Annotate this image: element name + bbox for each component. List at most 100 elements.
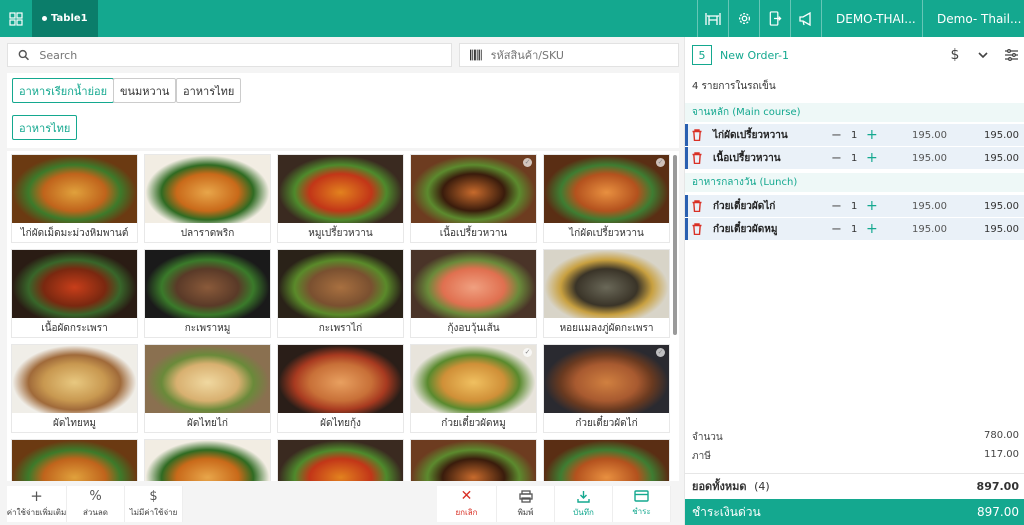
user-menu[interactable]: Demo- Thail...: [922, 0, 1024, 37]
discount-button[interactable]: % ส่วนลด: [67, 486, 125, 522]
product-image: [12, 440, 137, 481]
order-line[interactable]: ก๋วยเตี๋ยวผัดหมู − 1 + 195.00 195.00: [685, 218, 1024, 240]
order-line-price: 195.00: [912, 129, 947, 141]
quick-pay-button[interactable]: ชำระเงินด่วน 897.00: [685, 499, 1024, 525]
product-name: ก๋วยเตี๋ยวผัดไก่: [575, 418, 638, 429]
product-card[interactable]: ผัดไทยไก่: [144, 344, 271, 433]
category-chip-appetizer[interactable]: อาหารเรียกน้ำย่อย: [12, 78, 115, 103]
product-card[interactable]: [410, 439, 537, 481]
product-card[interactable]: หอยแมลงภู่ผัดกะเพรา: [543, 249, 670, 338]
dollar-icon[interactable]: $: [941, 47, 969, 63]
plus-icon[interactable]: +: [866, 221, 878, 237]
table-tab[interactable]: Table1: [32, 0, 98, 37]
grid-icon[interactable]: [0, 0, 32, 37]
product-image: [145, 155, 270, 223]
product-image: [12, 250, 137, 318]
product-card[interactable]: ✓ เนื้อเปรี้ยวหวาน: [410, 154, 537, 243]
category-chip-dessert[interactable]: ขนมหวาน: [113, 78, 177, 103]
order-line[interactable]: เนื้อเปรี้ยวหวาน − 1 + 195.00 195.00: [685, 147, 1024, 169]
product-card[interactable]: กุ้งอบวุ้นเส้น: [410, 249, 537, 338]
active-dot-icon: [42, 16, 47, 21]
order-line-qty: 1: [851, 152, 858, 164]
close-icon: ✕: [460, 487, 473, 504]
save-button[interactable]: บันทึก: [555, 486, 613, 522]
product-card[interactable]: [277, 439, 404, 481]
trash-icon[interactable]: [692, 129, 702, 141]
megaphone-icon[interactable]: [790, 0, 821, 37]
order-line-price: 195.00: [912, 152, 947, 164]
tax-value: 117.00: [984, 449, 1019, 460]
trash-icon[interactable]: [692, 152, 702, 164]
order-line-name: ก๋วยเตี๋ยวผัดไก่: [713, 200, 776, 212]
product-card[interactable]: ✓ ก๋วยเตี๋ยวผัดไก่: [543, 344, 670, 433]
product-image: [411, 155, 536, 223]
tax-label: ภาษี: [692, 451, 711, 462]
order-line-total: 195.00: [984, 223, 1019, 235]
trash-icon[interactable]: [692, 223, 702, 235]
plus-icon[interactable]: +: [866, 127, 878, 143]
product-card[interactable]: ✓ ไก่ผัดเปรี้ยวหวาน: [543, 154, 670, 243]
order-number-badge[interactable]: 5: [692, 45, 712, 65]
gear-icon[interactable]: [728, 0, 759, 37]
product-card[interactable]: [543, 439, 670, 481]
order-panel: 5 New Order-1 $ 4 รายการในรถเข็น จานหลัก…: [684, 37, 1024, 525]
minus-icon[interactable]: −: [831, 151, 842, 166]
chevron-down-icon[interactable]: [969, 51, 997, 59]
product-image: [411, 440, 536, 481]
product-card[interactable]: กะเพราไก่: [277, 249, 404, 338]
product-card[interactable]: [144, 439, 271, 481]
cancel-button[interactable]: ✕ ยกเลิก: [437, 486, 497, 522]
order-line-qty: 1: [851, 200, 858, 212]
product-card[interactable]: ผัดไทยกุ้ง: [277, 344, 404, 433]
minus-icon[interactable]: −: [831, 128, 842, 143]
product-card[interactable]: กะเพราหมู: [144, 249, 271, 338]
extra-charge-button[interactable]: + ค่าใช้จ่ายเพิ่มเติม: [7, 486, 67, 522]
product-name: หมูเปรี้ยวหวาน: [308, 228, 373, 239]
minus-icon[interactable]: −: [831, 222, 842, 237]
sku-input[interactable]: [490, 48, 678, 62]
plus-icon[interactable]: +: [866, 198, 878, 214]
barcode-icon: [470, 49, 482, 61]
order-line-total: 195.00: [984, 129, 1019, 141]
product-card[interactable]: ไก่ผัดเม็ดมะม่วงหิมพานต์: [11, 154, 138, 243]
product-card[interactable]: ผัดไทยหมู: [11, 344, 138, 433]
search-input[interactable]: [39, 48, 451, 62]
grand-total-count: (4): [754, 480, 770, 493]
print-label: พิมพ์: [517, 507, 534, 517]
product-grid: ไก่ผัดเม็ดมะม่วงหิมพานต์ ปลาราดพริก หมูเปร…: [7, 151, 679, 481]
trash-icon[interactable]: [692, 200, 702, 212]
table-icon[interactable]: [697, 0, 728, 37]
search-box[interactable]: [7, 43, 452, 67]
discount-label: ส่วนลด: [83, 507, 108, 517]
scrollbar[interactable]: [673, 155, 677, 335]
minus-icon[interactable]: −: [831, 199, 842, 214]
check-icon: ✓: [656, 348, 665, 357]
cart-items-count: 4 รายการในรถเข็น: [692, 81, 776, 92]
product-card[interactable]: เนื้อผัดกระเพรา: [11, 249, 138, 338]
plus-icon[interactable]: +: [866, 150, 878, 166]
phone-exit-icon[interactable]: [759, 0, 790, 37]
print-button[interactable]: พิมพ์: [497, 486, 555, 522]
pay-button[interactable]: ชำระ: [613, 486, 671, 522]
order-title[interactable]: New Order-1: [720, 49, 941, 62]
product-card[interactable]: ปลาราดพริก: [144, 154, 271, 243]
product-image: [411, 250, 536, 318]
product-name: ปลาราดพริก: [180, 228, 235, 239]
no-charge-button[interactable]: $ ไม่มีค่าใช้จ่าย: [125, 486, 183, 522]
order-line[interactable]: ก๋วยเตี๋ยวผัดไก่ − 1 + 195.00 195.00: [685, 195, 1024, 217]
filter-settings-icon[interactable]: [997, 49, 1024, 61]
subcategory-chip-thai[interactable]: อาหารไทย: [12, 115, 78, 140]
check-icon: ✓: [523, 158, 532, 167]
product-card[interactable]: [11, 439, 138, 481]
product-image: [544, 440, 669, 481]
product-image: [278, 345, 403, 413]
order-line[interactable]: ไก่ผัดเปรี้ยวหวาน − 1 + 195.00 195.00: [685, 124, 1024, 146]
order-line-name: เนื้อเปรี้ยวหวาน: [713, 152, 781, 164]
sku-box[interactable]: [459, 43, 679, 67]
product-image: [145, 250, 270, 318]
category-chip-thai[interactable]: อาหารไทย: [176, 78, 242, 103]
store-selector[interactable]: DEMO-THAI...: [821, 0, 922, 37]
grand-total-label-wrap: ยอดทั้งหมด (4): [692, 477, 770, 495]
product-card[interactable]: ✓ ก๋วยเตี๋ยวผัดหมู: [410, 344, 537, 433]
product-card[interactable]: หมูเปรี้ยวหวาน: [277, 154, 404, 243]
